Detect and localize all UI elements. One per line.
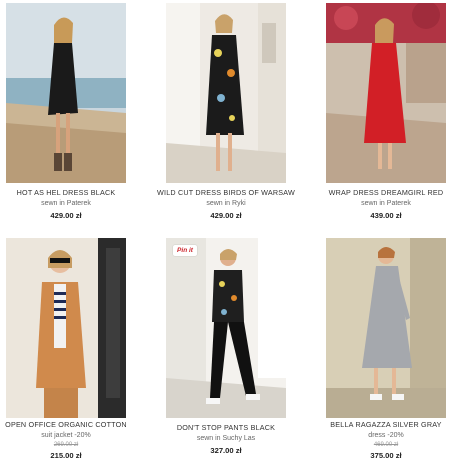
product-origin: sewn in Ryki <box>206 200 246 207</box>
product-image[interactable] <box>326 3 446 183</box>
product-subtitle: dress -20% <box>368 432 404 439</box>
product-price: 429.00 zł <box>210 211 242 220</box>
product-name[interactable]: WILD CUT DRESS BIRDS OF WARSAW <box>152 188 300 198</box>
product-origin: sewn in Paterek <box>41 200 91 207</box>
product-image[interactable]: Pin it <box>166 238 286 418</box>
product-name[interactable]: BELLA RAGAZZA SILVER GRAY <box>312 420 453 430</box>
product-subtitle: suit jacket -20% <box>41 432 91 439</box>
product-name[interactable]: HOT AS HEL DRESS BLACK <box>0 188 140 198</box>
product-old-price: 469.00 zł <box>373 442 399 448</box>
product-image[interactable] <box>6 238 126 418</box>
product-price: 439.00 zł <box>370 211 402 220</box>
pin-it-button[interactable]: Pin it <box>173 245 197 256</box>
product-name[interactable]: WRAP DRESS DREAMGIRL RED <box>312 188 453 198</box>
product-grid: HOT AS HEL DRESS BLACK sewn in Paterek 4… <box>0 0 453 460</box>
product-image[interactable] <box>166 3 286 183</box>
product-price: 215.00 zł <box>50 451 82 460</box>
product-name[interactable]: DON'T STOP PANTS BLACK <box>152 423 300 433</box>
product-origin: sewn in Suchy Las <box>196 435 256 442</box>
product-origin: sewn in Paterek <box>361 200 411 207</box>
product-image[interactable] <box>326 238 446 418</box>
product-price: 375.00 zł <box>370 451 402 460</box>
product-price: 429.00 zł <box>50 211 82 220</box>
product-price: 327.00 zł <box>210 446 242 455</box>
product-name[interactable]: OPEN OFFICE ORGANIC COTTON <box>0 420 140 430</box>
product-image[interactable] <box>6 3 126 183</box>
product-old-price: 269.00 zł <box>53 442 79 448</box>
